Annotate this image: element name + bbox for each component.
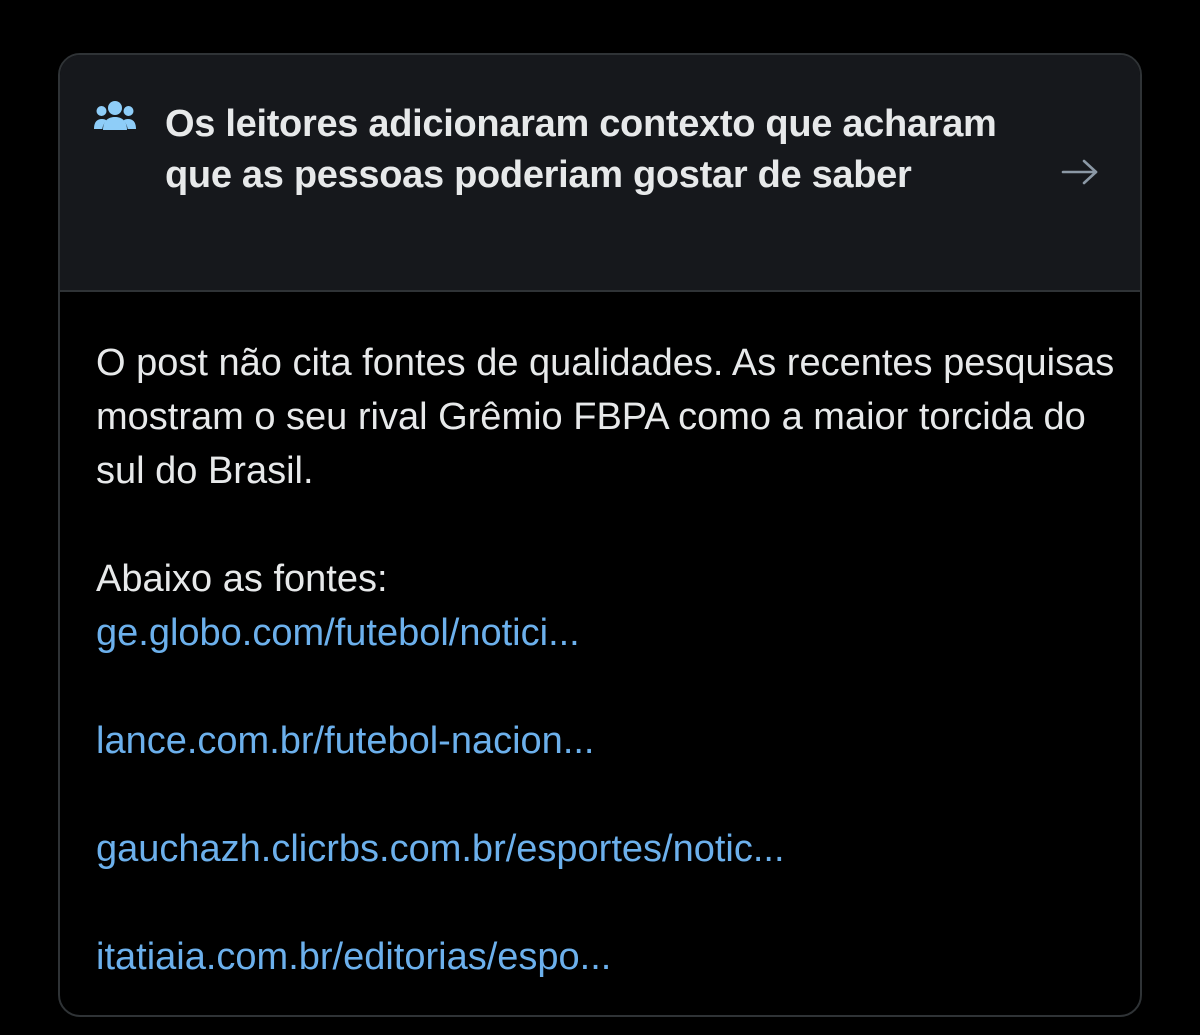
link-spacer <box>96 768 1126 822</box>
source-link-ge-globo[interactable]: ge.globo.com/futebol/notici... <box>96 606 1126 660</box>
people-icon <box>94 101 136 130</box>
note-text: O post não cita fontes de qualidades. As… <box>96 342 1115 492</box>
sources-label: Abaixo as fontes: <box>96 558 388 600</box>
note-header[interactable]: Os leitores adicionaram contexto que ach… <box>60 55 1140 292</box>
arrow-right-icon[interactable] <box>1060 157 1100 187</box>
source-link-itatiaia[interactable]: itatiaia.com.br/editorias/espo... <box>96 930 1126 984</box>
link-spacer <box>96 660 1126 714</box>
community-note-card: Os leitores adicionaram contexto que ach… <box>58 53 1142 1017</box>
source-link-gauchazh[interactable]: gauchazh.clicrbs.com.br/esportes/notic..… <box>96 822 1126 876</box>
note-body: O post não cita fontes de qualidades. As… <box>96 336 1126 984</box>
link-spacer <box>96 876 1126 930</box>
source-link-lance[interactable]: lance.com.br/futebol-nacion... <box>96 714 1126 768</box>
note-header-title: Os leitores adicionaram contexto que ach… <box>165 103 997 196</box>
